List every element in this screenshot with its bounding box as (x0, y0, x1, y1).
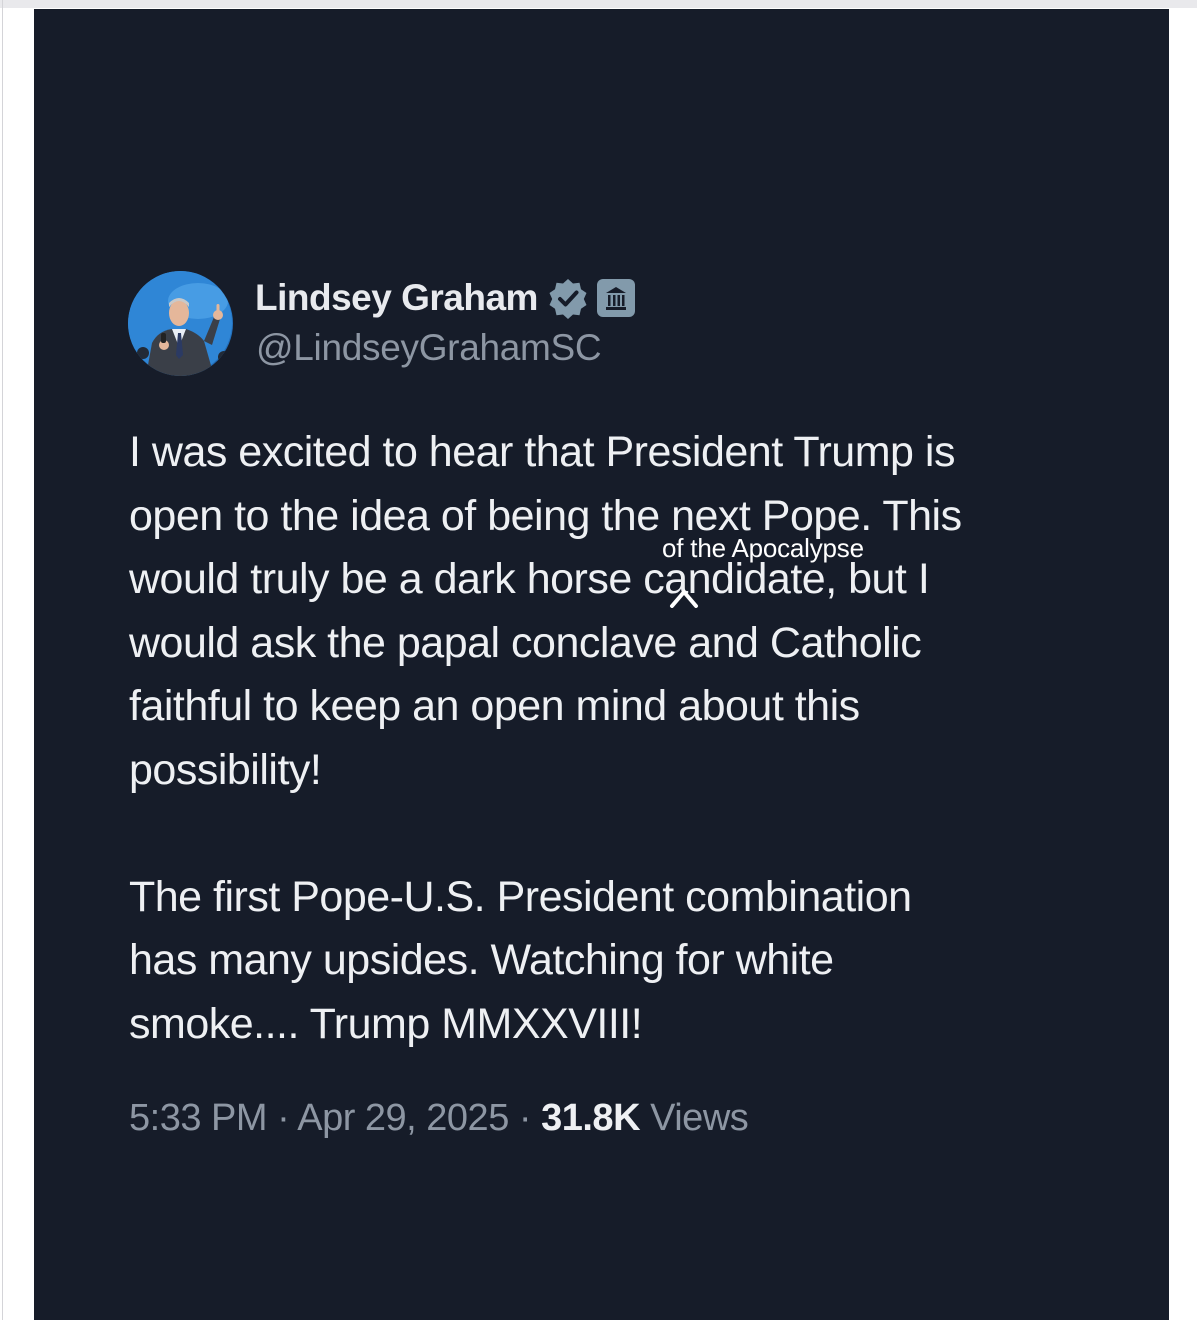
left-edge-rule (2, 0, 3, 1320)
separator: · (277, 1097, 290, 1139)
text-line: smoke.... Trump MMXXVIII! (129, 999, 643, 1048)
text-line: The first Pope-U.S. President combinatio… (129, 872, 912, 921)
text-line: has many upsides. Watching for white (129, 936, 834, 984)
separator: · (518, 1097, 532, 1139)
tweet-paragraph-1: I was excited to hear that President Tru… (129, 421, 1089, 802)
tweet-metadata: 5:33 PM · Apr 29, 2025 · 31.8K Views (129, 1097, 749, 1140)
author-name-row: Lindsey Graham (255, 274, 636, 322)
views-count[interactable]: 31.8K (541, 1097, 640, 1139)
text-line: would truly be a dark horse candidate, b… (129, 555, 930, 603)
text-line: open to the idea of being the next Pope.… (129, 491, 962, 540)
views-label: Views (650, 1097, 749, 1139)
text-line: would ask the papal conclave and Catholi… (129, 618, 922, 667)
text-line: faithful to keep an open mind about this (129, 682, 860, 730)
avatar[interactable] (128, 271, 233, 376)
verified-badge-icon[interactable] (546, 276, 590, 320)
user-handle[interactable]: @LindseyGrahamSC (256, 327, 602, 369)
government-building-icon[interactable] (596, 278, 636, 318)
text-line: I was excited to hear that President Tru… (129, 428, 955, 476)
tweet-date[interactable]: Apr 29, 2025 (297, 1097, 509, 1139)
tweet-time[interactable]: 5:33 PM (129, 1097, 268, 1139)
top-edge (0, 0, 1197, 8)
tweet-paragraph-2: The first Pope-U.S. President combinatio… (129, 866, 1089, 1057)
tweet-body: I was excited to hear that President Tru… (129, 421, 1089, 1056)
avatar-photo-icon (128, 271, 232, 376)
edit-insertion-text: of the Apocalypse (662, 533, 864, 563)
display-name[interactable]: Lindsey Graham (255, 277, 538, 319)
text-line: possibility! (129, 745, 322, 794)
screenshot-frame: Lindsey Graham @LindseyGrahamSC I was ex… (0, 0, 1197, 1320)
insertion-caret-icon (670, 590, 698, 608)
